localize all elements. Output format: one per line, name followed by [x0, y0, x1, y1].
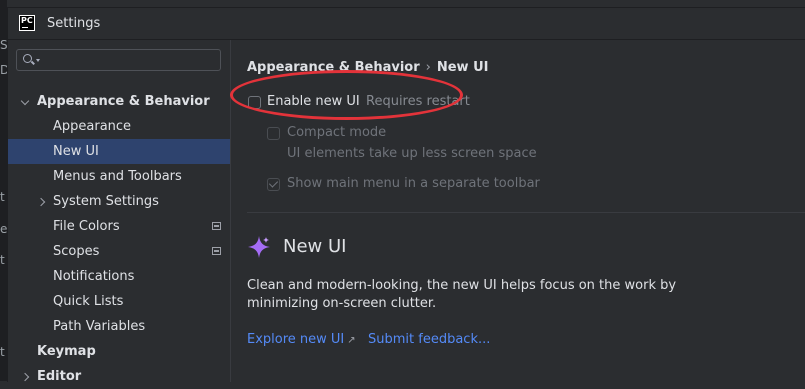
sidebar-item-label: Appearance	[53, 119, 132, 134]
background-editor-edge: S D t e t t	[0, 0, 9, 381]
sidebar-item-label: System Settings	[53, 194, 159, 209]
sidebar-item-label: Quick Lists	[53, 294, 124, 309]
sidebar-item-label: Path Variables	[53, 319, 146, 334]
chevron-right-icon[interactable]	[38, 189, 48, 214]
annotation-ellipse	[230, 70, 463, 120]
sidebar-item-label: Appearance & Behavior	[37, 94, 210, 109]
show-main-menu-label[interactable]: Show main menu in a separate toolbar	[287, 176, 540, 191]
show-main-menu-checkbox[interactable]	[267, 178, 280, 191]
sidebar-item-new-ui[interactable]: New UI	[8, 139, 230, 164]
sidebar-item-label: Scopes	[53, 244, 100, 259]
explore-new-ui-label: Explore new UI	[247, 332, 345, 347]
search-options-dropdown-icon[interactable]	[36, 59, 40, 62]
chevron-down-icon[interactable]	[21, 89, 31, 114]
search-input[interactable]	[16, 49, 221, 71]
sidebar-item-label: Keymap	[37, 344, 96, 359]
sidebar-item-quick-lists[interactable]: Quick Lists	[8, 289, 230, 314]
sidebar-item-appearance[interactable]: Appearance	[8, 114, 230, 139]
project-level-icon	[212, 247, 221, 255]
sidebar-item-keymap[interactable]: Keymap	[8, 339, 230, 364]
background-editor-char: t	[0, 345, 5, 359]
section-divider	[247, 212, 805, 213]
search-icon	[23, 54, 32, 63]
settings-sidebar: Appearance & Behavior Appearance New UI …	[8, 40, 231, 384]
settings-dialog: PC Settings Appearance & Behavior Appear…	[7, 7, 805, 384]
app-logo-icon: PC	[19, 15, 35, 31]
sidebar-item-file-colors[interactable]: File Colors	[8, 214, 230, 239]
compact-mode-hint: UI elements take up less screen space	[287, 146, 537, 161]
sidebar-item-label: New UI	[53, 144, 99, 159]
project-level-icon	[212, 222, 221, 230]
sparkle-icon	[248, 236, 270, 258]
compact-mode-checkbox[interactable]	[267, 127, 280, 140]
sidebar-item-path-variables[interactable]: Path Variables	[8, 314, 230, 339]
explore-new-ui-link[interactable]: Explore new UI ↗	[247, 332, 356, 347]
breadcrumb-separator: ›	[425, 60, 431, 75]
external-link-icon: ↗	[347, 335, 356, 346]
sidebar-item-scopes[interactable]: Scopes	[8, 239, 230, 264]
breadcrumb-current: New UI	[436, 60, 489, 75]
sidebar-item-label: File Colors	[53, 219, 120, 234]
sidebar-item-label: Editor	[37, 369, 82, 384]
sidebar-item-editor[interactable]: Editor	[8, 364, 230, 389]
title-bar[interactable]: PC Settings	[8, 8, 805, 40]
sidebar-item-menus-toolbars[interactable]: Menus and Toolbars	[8, 164, 230, 189]
new-ui-description: Clean and modern-looking, the new UI hel…	[247, 278, 677, 311]
submit-feedback-link[interactable]: Submit feedback...	[368, 332, 490, 347]
sidebar-item-label: Menus and Toolbars	[53, 169, 182, 184]
chevron-right-icon[interactable]	[22, 364, 32, 389]
sidebar-item-label: Notifications	[53, 269, 135, 284]
background-editor-char: t	[0, 253, 5, 267]
sidebar-item-appearance-behavior[interactable]: Appearance & Behavior	[8, 89, 230, 114]
window-title: Settings	[47, 16, 101, 31]
sidebar-item-notifications[interactable]: Notifications	[8, 264, 230, 289]
new-ui-heading: New UI	[283, 236, 347, 257]
background-editor-char: t	[0, 190, 5, 204]
sidebar-item-system-settings[interactable]: System Settings	[8, 189, 230, 214]
compact-mode-label[interactable]: Compact mode	[287, 125, 386, 140]
